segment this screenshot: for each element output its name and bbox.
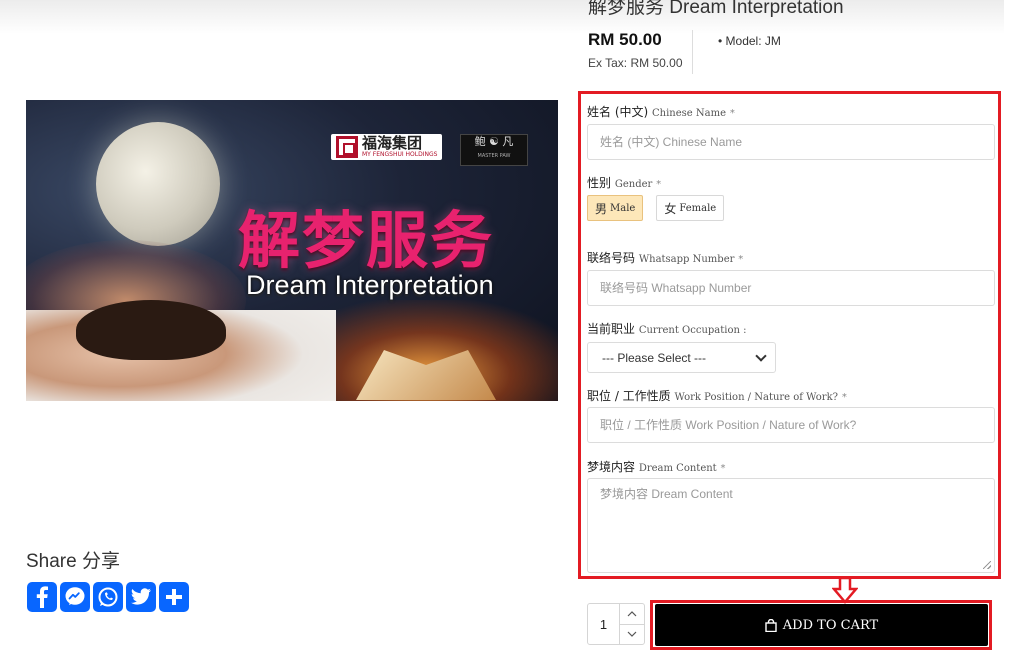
shopping-bag-icon [765, 618, 777, 632]
occupation-selected-value: --- Please Select --- [602, 350, 707, 365]
whatsapp-label-en: Whatsapp Number [638, 254, 735, 265]
gender-male-en: Male [610, 202, 636, 214]
header-strip [0, 0, 1004, 62]
ex-tax-price: Ex Tax: RM 50.00 [588, 56, 683, 70]
gender-label: 性别 Gender * [587, 174, 661, 191]
twitter-share-button[interactable] [126, 582, 156, 612]
gender-male-cn: 男 [595, 201, 608, 216]
messenger-share-button[interactable] [60, 582, 90, 612]
banner-title-en: Dream Interpretation [246, 270, 494, 300]
chinese-name-label-en: Chinese Name [652, 108, 727, 119]
whatsapp-icon [98, 587, 118, 607]
dream-content-placeholder: 梦境内容 Dream Content [600, 487, 733, 501]
required-marker: * [841, 392, 847, 403]
add-to-cart-label: ADD TO CART [782, 617, 879, 633]
facebook-icon [36, 586, 48, 608]
messenger-icon [65, 587, 85, 605]
whatsapp-label: 联络号码 Whatsapp Number * [587, 249, 743, 266]
position-label-en: Work Position / Nature of Work? [674, 392, 839, 403]
whatsapp-input[interactable] [587, 270, 995, 306]
chinese-name-label: 姓名 (中文) Chinese Name * [587, 103, 735, 120]
occupation-label: 当前职业 Current Occupation : [587, 320, 746, 337]
banner-title-cn: 解梦服务 [238, 204, 495, 277]
whatsapp-share-button[interactable] [93, 582, 123, 612]
add-to-cart-button[interactable]: ADD TO CART [655, 604, 988, 646]
resize-handle-icon[interactable] [983, 561, 991, 569]
product-title: 解梦服务 Dream Interpretation [588, 0, 844, 18]
chinese-name-label-cn: 姓名 (中文) [587, 105, 649, 119]
fenghai-logo: 福海集团 MY FENGSHUI HOLDINGS [331, 134, 443, 160]
whatsapp-label-cn: 联络号码 [587, 251, 636, 265]
logo-text-en: MY FENGSHUI HOLDINGS [362, 151, 438, 158]
quantity-increase-button[interactable] [620, 604, 644, 624]
occupation-select[interactable]: --- Please Select --- [587, 342, 776, 373]
share-buttons [27, 582, 189, 612]
master-paw-logo: 鲍 ☯ 凡 MASTER PAW [460, 134, 528, 166]
gender-options: 男 Male 女 Female [587, 195, 725, 221]
facebook-share-button[interactable] [27, 582, 57, 612]
chevron-up-icon [627, 610, 637, 617]
gender-label-cn: 性别 [587, 176, 612, 190]
price-divider [692, 30, 693, 74]
more-share-button[interactable] [159, 582, 189, 612]
product-banner-image: 福海集团 MY FENGSHUI HOLDINGS 鲍 ☯ 凡 MASTER P… [26, 100, 558, 401]
quantity-decrease-button[interactable] [620, 623, 644, 645]
position-label-cn: 职位 / 工作性质 [587, 389, 671, 403]
share-heading: Share 分享 [26, 551, 120, 572]
required-marker: * [738, 254, 744, 265]
logo-text-cn: 福海集团 [362, 134, 423, 152]
required-marker: * [656, 179, 662, 190]
gender-label-en: Gender [614, 179, 653, 190]
dream-content-label-cn: 梦境内容 [587, 460, 636, 474]
dream-content-label-en: Dream Content [638, 463, 717, 474]
dream-content-label: 梦境内容 Dream Content * [587, 458, 726, 475]
occupation-label-en: Current Occupation : [638, 325, 747, 336]
moon-image [96, 122, 220, 246]
occupation-label-cn: 当前职业 [587, 322, 636, 336]
gender-option-male[interactable]: 男 Male [587, 195, 644, 221]
gender-option-female[interactable]: 女 Female [656, 195, 725, 221]
required-marker: * [729, 108, 735, 119]
product-model: • Model: JM [718, 34, 781, 48]
plus-icon [166, 589, 182, 605]
master-paw-cn: 鲍 ☯ 凡 [474, 135, 514, 148]
chinese-name-input[interactable] [587, 124, 995, 160]
quantity-stepper[interactable]: 1 [587, 603, 645, 645]
product-price: RM 50.00 [588, 30, 662, 49]
chevron-down-icon [755, 349, 767, 362]
quantity-value[interactable]: 1 [588, 604, 619, 644]
gender-female-en: Female [679, 202, 717, 214]
gender-female-cn: 女 [664, 201, 677, 216]
chevron-down-icon [627, 631, 637, 638]
hair-shape [76, 300, 226, 360]
position-label: 职位 / 工作性质 Work Position / Nature of Work… [587, 387, 847, 404]
fenghai-logo-icon [336, 136, 358, 158]
required-marker: * [720, 463, 726, 474]
dream-content-textarea[interactable]: 梦境内容 Dream Content [587, 478, 995, 573]
position-input[interactable] [587, 407, 995, 443]
master-paw-en: MASTER PAW [477, 153, 511, 159]
twitter-icon [131, 588, 151, 605]
